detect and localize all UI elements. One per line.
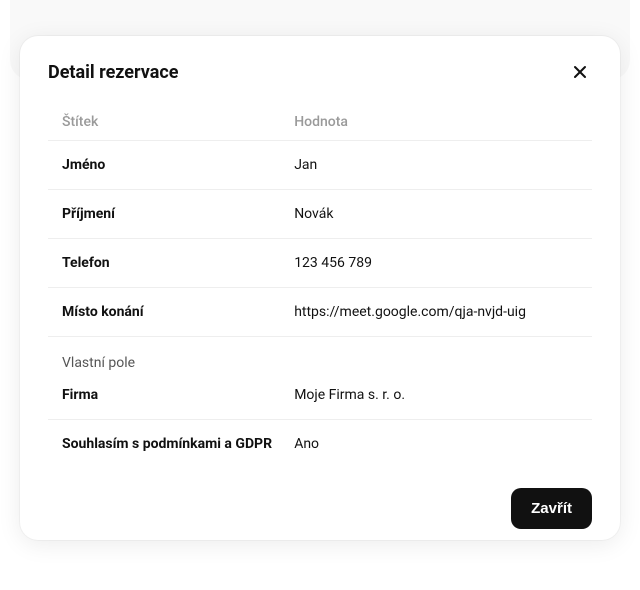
custom-fields-section-label: Vlastní pole — [48, 336, 592, 377]
table-header-label: Štítek — [62, 114, 294, 130]
row-label: Jméno — [62, 157, 294, 173]
table-header: Štítek Hodnota — [48, 104, 592, 140]
table-row: Místo konání https://meet.google.com/qja… — [48, 287, 592, 336]
row-label: Příjmení — [62, 206, 294, 222]
table-header-value: Hodnota — [294, 114, 578, 130]
modal-footer: Zavřít — [48, 468, 592, 529]
row-value: Jan — [294, 157, 578, 173]
row-value: Novák — [294, 206, 578, 222]
row-value: Ano — [294, 436, 578, 452]
table-row: Telefon 123 456 789 — [48, 238, 592, 287]
reservation-detail-modal: Detail rezervace Štítek Hodnota Jméno Ja… — [20, 36, 620, 540]
close-icon-button[interactable] — [568, 60, 592, 84]
row-label: Místo konání — [62, 304, 294, 320]
close-icon — [572, 64, 588, 80]
row-label: Souhlasím s podmínkami a GDPR — [62, 436, 294, 452]
modal-header: Detail rezervace — [48, 60, 592, 84]
table-row: Příjmení Novák — [48, 189, 592, 238]
modal-title: Detail rezervace — [48, 62, 179, 83]
row-value: 123 456 789 — [294, 255, 578, 271]
row-label: Firma — [62, 387, 294, 403]
row-value: https://meet.google.com/qja-nvjd-uig — [294, 304, 578, 320]
row-label: Telefon — [62, 255, 294, 271]
table-row: Souhlasím s podmínkami a GDPR Ano — [48, 419, 592, 468]
close-button[interactable]: Zavřít — [511, 488, 592, 529]
row-value: Moje Firma s. r. o. — [294, 387, 578, 403]
table-row: Firma Moje Firma s. r. o. — [48, 377, 592, 419]
table-row: Jméno Jan — [48, 140, 592, 189]
